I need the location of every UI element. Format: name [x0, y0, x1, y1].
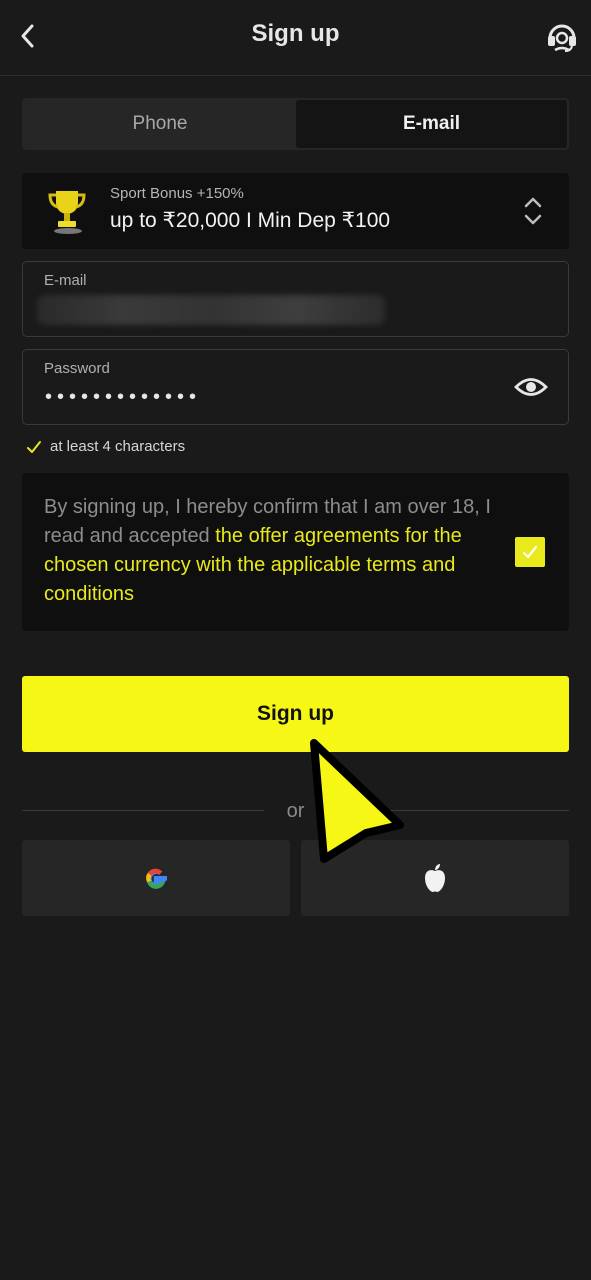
apple-icon	[425, 864, 445, 892]
terms-checkbox[interactable]	[515, 537, 545, 567]
password-field[interactable]: Password •••••••••••••	[22, 349, 569, 425]
bonus-subtitle: Sport Bonus +150%	[110, 185, 244, 202]
email-input[interactable]	[37, 295, 385, 325]
auth-method-tabs: Phone E-mail	[22, 98, 569, 150]
pointer-cursor-icon	[310, 739, 404, 863]
header: Sign up	[0, 0, 591, 76]
eye-icon[interactable]	[514, 374, 548, 400]
support-button[interactable]	[543, 18, 581, 56]
check-icon	[27, 440, 41, 453]
terms-panel: By signing up, I hereby confirm that I a…	[22, 473, 569, 631]
password-hint-text: at least 4 characters	[50, 438, 186, 455]
email-field[interactable]: E-mail	[22, 261, 569, 337]
password-hint: at least 4 characters	[26, 438, 185, 455]
tab-phone[interactable]: Phone	[24, 100, 296, 148]
terms-text: By signing up, I hereby confirm that I a…	[44, 493, 499, 609]
chevron-up-down-icon	[524, 197, 542, 225]
bonus-title: up to ₹20,000 I Min Dep ₹100	[110, 209, 391, 232]
google-signin-button[interactable]	[22, 840, 290, 916]
email-label: E-mail	[44, 272, 87, 289]
password-label: Password	[44, 360, 110, 377]
signup-button[interactable]: Sign up	[22, 676, 569, 752]
page-title: Sign up	[251, 20, 340, 47]
divider-left	[22, 810, 264, 811]
check-icon	[522, 545, 538, 559]
trophy-icon	[48, 191, 86, 234]
password-input[interactable]: •••••••••••••	[45, 386, 201, 409]
headset-icon	[548, 24, 576, 52]
tab-email[interactable]: E-mail	[296, 100, 567, 148]
bonus-selector[interactable]: Sport Bonus +150% up to ₹20,000 I Min De…	[22, 173, 569, 249]
google-icon	[146, 868, 167, 889]
